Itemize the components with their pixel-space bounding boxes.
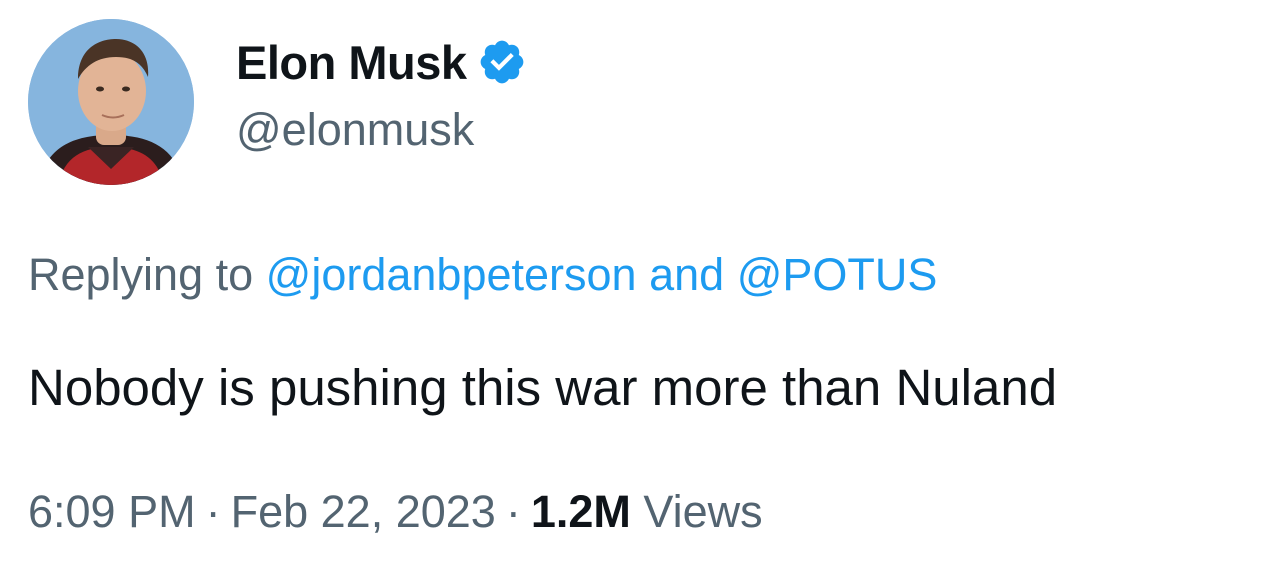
mention-link-potus[interactable]: @POTUS: [737, 249, 938, 300]
verified-badge-icon[interactable]: [477, 37, 527, 87]
meta-separator: ·: [505, 486, 521, 537]
profile-photo-icon: [28, 19, 194, 185]
author-handle[interactable]: @elonmusk: [236, 105, 474, 155]
mention-joiner: and: [649, 249, 725, 300]
replying-to-line: Replying to @jordanbpeterson and @POTUS: [28, 248, 937, 302]
tweet-text: Nobody is pushing this war more than Nul…: [28, 359, 1058, 416]
avatar[interactable]: [28, 19, 194, 185]
tweet-date[interactable]: Feb 22, 2023: [231, 486, 496, 537]
tweet-time[interactable]: 6:09 PM: [28, 486, 196, 537]
display-name[interactable]: Elon Musk: [236, 39, 467, 86]
author-name-row: Elon Musk: [236, 30, 527, 94]
views-label: Views: [643, 486, 763, 537]
replying-to-label: Replying to: [28, 249, 254, 300]
views-count: 1.2M: [530, 486, 631, 537]
meta-separator: ·: [205, 486, 221, 537]
tweet-card: Elon Musk @elonmusk Replying to @jordanb…: [0, 0, 1280, 563]
mention-link-jordanbpeterson[interactable]: @jordanbpeterson: [266, 249, 637, 300]
tweet-meta: 6:09 PM · Feb 22, 2023 · 1.2M Views: [28, 485, 763, 539]
